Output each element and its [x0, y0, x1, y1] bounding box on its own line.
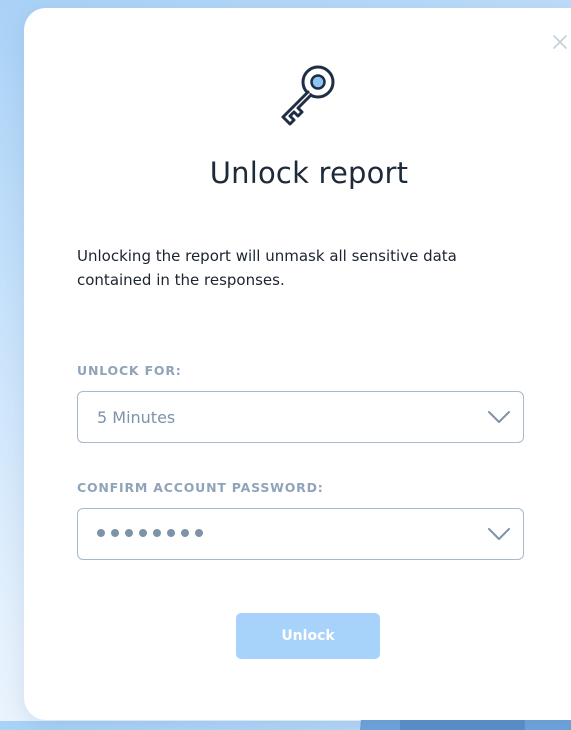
key-icon	[281, 65, 335, 126]
password-dot	[125, 529, 133, 537]
confirm-password-field[interactable]	[77, 508, 524, 560]
password-mask	[97, 529, 203, 537]
close-icon	[553, 35, 567, 49]
unlock-report-dialog: Unlock report Unlocking the report will …	[24, 8, 571, 720]
unlock-for-label: UNLOCK FOR:	[77, 363, 182, 378]
unlock-for-value: 5 Minutes	[97, 408, 176, 427]
unlock-for-select[interactable]: 5 Minutes	[77, 391, 524, 443]
password-dot	[181, 529, 189, 537]
password-dot	[97, 529, 105, 537]
dialog-title: Unlock report	[209, 156, 409, 190]
chevron-down-icon	[488, 411, 510, 423]
password-dot	[153, 529, 161, 537]
chevron-down-icon	[488, 528, 510, 540]
dialog-description: Unlocking the report will unmask all sen…	[77, 247, 457, 289]
unlock-button[interactable]: Unlock	[236, 613, 380, 659]
confirm-password-label: CONFIRM ACCOUNT PASSWORD:	[77, 480, 324, 495]
close-button[interactable]	[550, 32, 570, 52]
password-dot	[195, 529, 203, 537]
password-dot	[111, 529, 119, 537]
password-dot	[139, 529, 147, 537]
password-dot	[167, 529, 175, 537]
